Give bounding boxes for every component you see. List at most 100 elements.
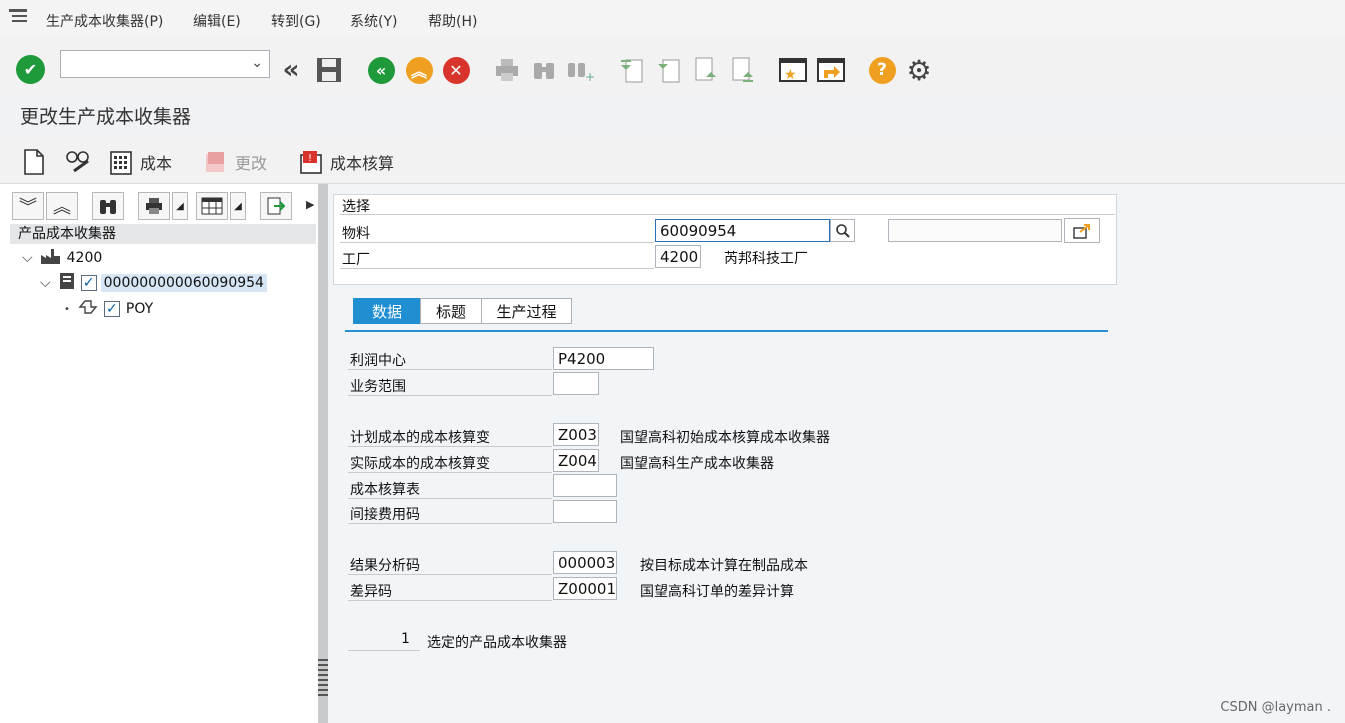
pane-splitter[interactable] (318, 184, 328, 723)
tab-strip-line (345, 330, 1108, 332)
actual-variant-line (348, 472, 552, 473)
standard-toolbar: ✔ ⌄ « « ︽ ✕ + ★ ? ⚙ (0, 38, 1345, 96)
new-document-icon[interactable] (22, 148, 46, 180)
plan-variant-field[interactable]: Z003 (553, 423, 599, 446)
layout-dropdown-icon[interactable]: ◢ (230, 192, 246, 220)
profit-center-line (348, 369, 552, 370)
prev-page-icon[interactable] (654, 55, 684, 85)
back-icon[interactable]: « (366, 55, 396, 85)
more-arrow-icon[interactable]: ▶ (306, 198, 314, 211)
svg-text:★: ★ (784, 67, 797, 83)
overhead-line (348, 523, 552, 524)
check-icon[interactable]: ✔ (16, 55, 45, 84)
open-detail-icon[interactable] (1064, 218, 1100, 243)
settings-icon[interactable]: ⚙ (904, 54, 934, 87)
tree-node-plant[interactable]: ⌵ 4200 (22, 247, 102, 269)
search-help-icon[interactable] (830, 219, 855, 242)
expand-all-icon[interactable]: ︾ (12, 192, 44, 220)
splitter-grip-icon[interactable] (318, 659, 328, 699)
navigation-tree-pane: ︾ ︽ ◢ ◢ ▶ 产品成本收集器 ⌵ 4200 ⌵ ✓ 00000000006… (0, 184, 318, 723)
menu-item-goto[interactable]: 转到(G) (271, 11, 321, 31)
command-field[interactable]: ⌄ (60, 50, 270, 78)
variance-line (348, 600, 552, 601)
tab-production-process[interactable]: 生产过程 (481, 298, 572, 324)
plan-variant-desc: 国望高科初始成本核算成本收集器 (620, 430, 830, 446)
overhead-label: 间接费用码 (350, 507, 420, 523)
tree-node-collector[interactable]: ⌵ ✓ 000000000060090954 (40, 272, 267, 294)
selected-count-label: 选定的产品成本收集器 (427, 635, 567, 651)
cost-button[interactable]: 成本 (110, 150, 173, 175)
next-page-icon[interactable] (691, 55, 721, 85)
cost-button-label: 成本 (140, 154, 173, 173)
plan-variant-line (348, 446, 552, 447)
find-next-icon[interactable]: + (565, 55, 595, 85)
costing-button[interactable]: ! 成本核算 (300, 150, 394, 174)
change-button[interactable]: 更改 (205, 150, 267, 174)
collector-icon (57, 271, 77, 295)
costing-button-label: 成本核算 (330, 154, 395, 173)
help-icon[interactable]: ? (867, 55, 897, 85)
menu-item-collector[interactable]: 生产成本收集器(P) (46, 11, 163, 31)
find-icon[interactable] (529, 55, 559, 85)
last-page-icon[interactable] (728, 55, 758, 85)
double-left-icon[interactable]: « (276, 55, 306, 85)
plant-label-line (340, 268, 654, 269)
variance-desc: 国望高科订单的差异计算 (640, 584, 794, 600)
ra-key-field[interactable]: 000003 (553, 551, 617, 574)
display-change-icon[interactable] (64, 147, 92, 179)
poy-checkbox[interactable]: ✓ (103, 301, 120, 317)
plant-field[interactable]: 4200 (655, 245, 701, 268)
plan-variant-label: 计划成本的成本核算变 (350, 430, 490, 446)
page-title: 更改生产成本收集器 (20, 106, 192, 128)
costing-sheet-field[interactable] (553, 474, 617, 497)
watermark: CSDN @layman . (1220, 700, 1331, 715)
svg-text:!: ! (308, 153, 312, 164)
business-area-field[interactable] (553, 372, 599, 395)
actual-variant-label: 实际成本的成本核算变 (350, 456, 490, 472)
collapse-arrow-icon[interactable]: ⌵ (22, 250, 33, 266)
overhead-field[interactable] (553, 500, 617, 523)
tree-node-poy-label: POY (125, 301, 154, 317)
profit-center-field[interactable]: P4200 (553, 347, 654, 370)
tree-toolbar: ︾ ︽ ◢ ◢ ▶ (10, 192, 316, 222)
actual-variant-field[interactable]: Z004 (553, 449, 599, 472)
menu-item-edit[interactable]: 编辑(E) (193, 11, 241, 31)
dropdown-icon[interactable]: ⌄ (251, 55, 263, 71)
menu-item-system[interactable]: 系统(Y) (350, 11, 397, 31)
cancel-icon[interactable]: ✕ (441, 55, 471, 85)
selection-group-title: 选择 (342, 199, 370, 215)
command-input[interactable] (61, 51, 241, 75)
tab-data[interactable]: 数据 (353, 298, 421, 324)
menu-item-help[interactable]: 帮助(H) (428, 11, 477, 31)
print-icon[interactable] (492, 55, 522, 85)
variance-label: 差异码 (350, 584, 392, 600)
material-text-field (888, 219, 1062, 242)
collapse-all-icon[interactable]: ︽ (46, 192, 78, 220)
print-dropdown-icon[interactable]: ◢ (172, 192, 188, 220)
tree-print-icon[interactable] (138, 192, 170, 220)
ra-key-line (348, 574, 552, 575)
exit-icon[interactable]: ︽ (404, 55, 434, 85)
material-field[interactable]: 60090954 (655, 219, 830, 242)
material-label: 物料 (342, 226, 370, 242)
tree-node-poy[interactable]: • ✓ POY (64, 298, 153, 320)
layout-icon[interactable] (196, 192, 228, 220)
menu-icon[interactable] (8, 8, 30, 26)
first-page-icon[interactable] (617, 55, 647, 85)
tab-header[interactable]: 标题 (420, 298, 482, 324)
export-icon[interactable] (260, 192, 292, 220)
tree-header: 产品成本收集器 (10, 224, 316, 244)
factory-icon (39, 247, 61, 269)
business-area-line (348, 395, 552, 396)
variance-field[interactable]: Z00001 (553, 577, 617, 600)
menu-bar: 生产成本收集器(P) 编辑(E) 转到(G) 系统(Y) 帮助(H) (0, 0, 1345, 38)
change-button-label: 更改 (235, 154, 268, 173)
collector-checkbox[interactable]: ✓ (80, 275, 97, 291)
business-area-label: 业务范围 (350, 379, 406, 395)
shortcut-icon[interactable] (816, 55, 846, 85)
collapse-arrow-icon[interactable]: ⌵ (40, 275, 51, 291)
new-window-icon[interactable]: ★ (778, 55, 808, 85)
process-icon (78, 299, 98, 319)
tree-find-icon[interactable] (92, 192, 124, 220)
save-icon[interactable] (314, 55, 344, 85)
